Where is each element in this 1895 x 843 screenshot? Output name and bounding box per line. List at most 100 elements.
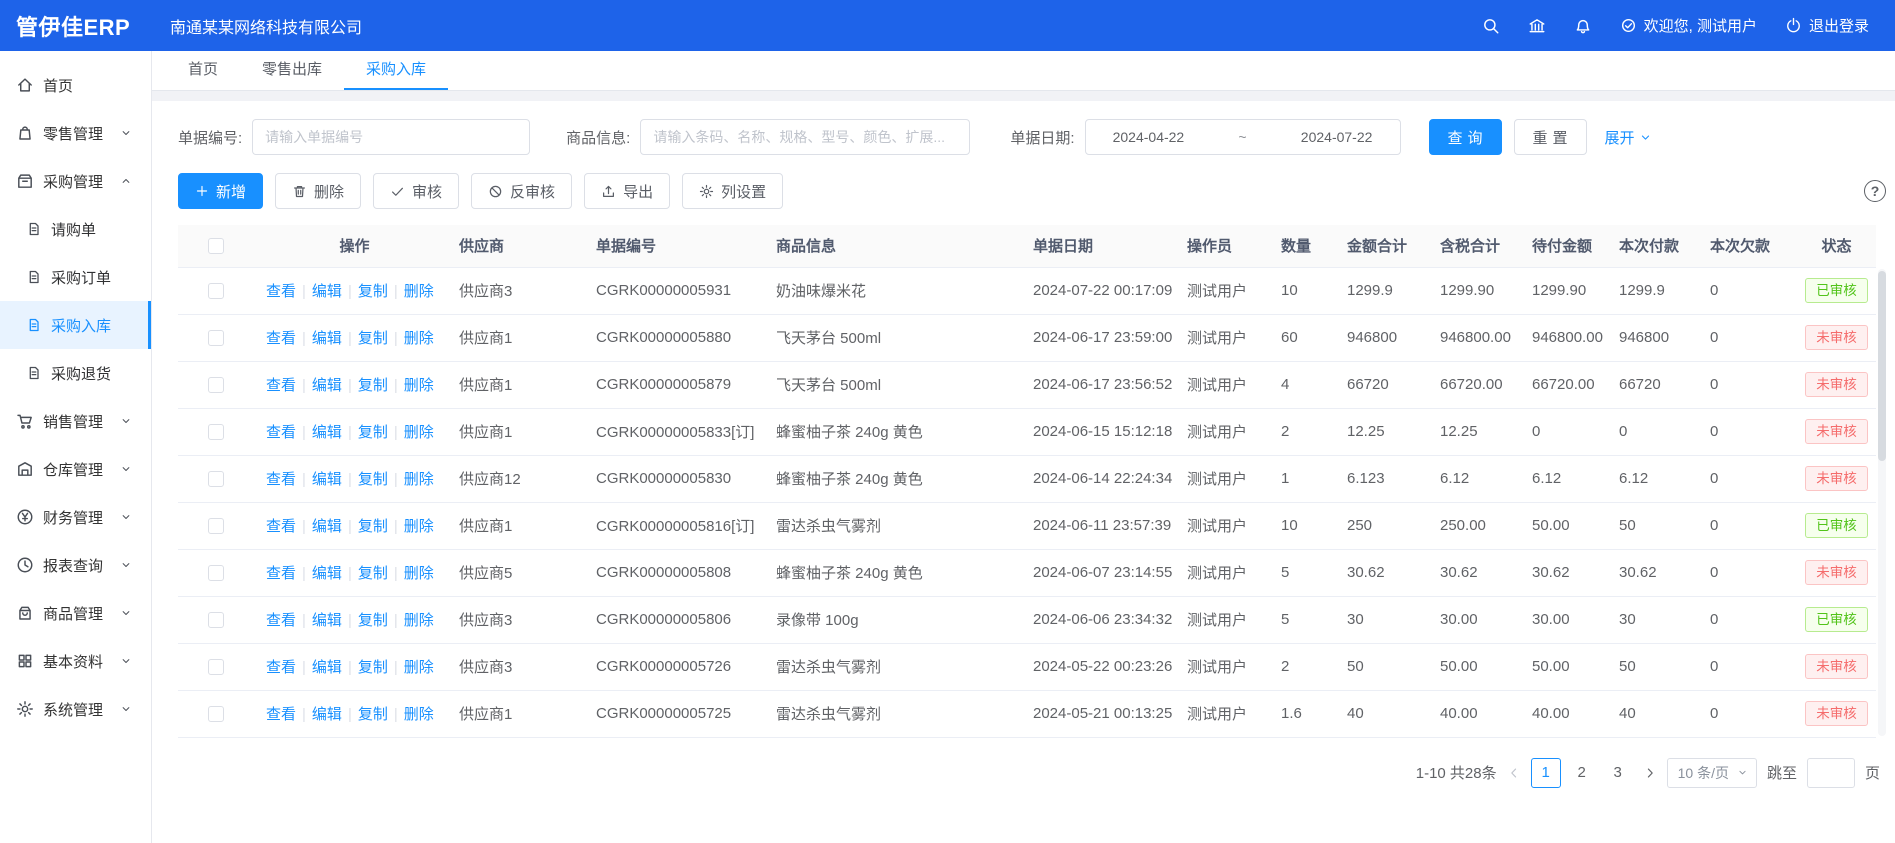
row-action-delete[interactable]: 删除 (404, 283, 434, 300)
column-header[interactable]: 本次欠款 (1698, 225, 1789, 267)
row-action-edit[interactable]: 编辑 (312, 424, 342, 441)
row-action-copy[interactable]: 复制 (358, 471, 388, 488)
row-action-edit[interactable]: 编辑 (312, 518, 342, 535)
bell-icon[interactable] (1574, 17, 1592, 35)
tab-home[interactable]: 首页 (166, 50, 240, 90)
row-checkbox[interactable] (208, 283, 224, 299)
sidebar-subitem-purchase-return[interactable]: 采购退货 (0, 349, 151, 397)
row-action-edit[interactable]: 编辑 (312, 659, 342, 676)
page-button-2[interactable]: 2 (1567, 758, 1597, 788)
sidebar-item-sales[interactable]: 销售管理 (0, 397, 151, 445)
row-action-copy[interactable]: 复制 (358, 377, 388, 394)
expand-link[interactable]: 展开 (1605, 127, 1652, 148)
row-action-delete[interactable]: 删除 (404, 330, 434, 347)
date-to[interactable]: 2024-07-22 (1301, 129, 1373, 145)
select-all-checkbox[interactable] (208, 238, 224, 254)
delete-button[interactable]: 删除 (275, 173, 361, 209)
scrollbar-thumb[interactable] (1878, 271, 1886, 461)
row-action-edit[interactable]: 编辑 (312, 706, 342, 723)
column-header[interactable]: 供应商 (447, 225, 584, 267)
column-header[interactable]: 单据日期 (1021, 225, 1175, 267)
row-checkbox[interactable] (208, 424, 224, 440)
table-row[interactable]: 查看|编辑|复制|删除供应商1CGRK00000005725雷达杀虫气雾剂202… (178, 690, 1876, 737)
row-action-copy[interactable]: 复制 (358, 659, 388, 676)
row-action-edit[interactable]: 编辑 (312, 283, 342, 300)
jump-input[interactable] (1807, 758, 1855, 788)
row-checkbox[interactable] (208, 330, 224, 346)
row-action-copy[interactable]: 复制 (358, 424, 388, 441)
row-action-delete[interactable]: 删除 (404, 377, 434, 394)
bank-icon[interactable] (1528, 17, 1546, 35)
app-logo[interactable]: 管伊佳ERP (0, 10, 152, 42)
column-header[interactable]: 单据编号 (584, 225, 764, 267)
sidebar-item-goods[interactable]: 商品管理 (0, 589, 151, 637)
audit-button[interactable]: 审核 (373, 173, 459, 209)
row-action-view[interactable]: 查看 (266, 377, 296, 394)
sidebar-item-basicdata[interactable]: 基本资料 (0, 637, 151, 685)
product-input[interactable] (640, 119, 970, 155)
sidebar-item-home[interactable]: 首页 (0, 61, 151, 109)
search-button[interactable]: 查询 (1429, 119, 1502, 155)
row-action-edit[interactable]: 编辑 (312, 471, 342, 488)
row-action-copy[interactable]: 复制 (358, 565, 388, 582)
row-action-edit[interactable]: 编辑 (312, 612, 342, 629)
table-row[interactable]: 查看|编辑|复制|删除供应商1CGRK00000005833[订]蜂蜜柚子茶 2… (178, 408, 1876, 455)
row-action-view[interactable]: 查看 (266, 283, 296, 300)
table-scrollbar[interactable] (1878, 269, 1886, 736)
row-checkbox[interactable] (208, 612, 224, 628)
column-header[interactable]: 操作员 (1175, 225, 1269, 267)
table-row[interactable]: 查看|编辑|复制|删除供应商1CGRK00000005816[订]雷达杀虫气雾剂… (178, 502, 1876, 549)
row-checkbox[interactable] (208, 471, 224, 487)
sidebar-subitem-purchase-order[interactable]: 采购订单 (0, 253, 151, 301)
row-action-delete[interactable]: 删除 (404, 424, 434, 441)
row-checkbox[interactable] (208, 377, 224, 393)
date-from[interactable]: 2024-04-22 (1113, 129, 1185, 145)
sidebar-item-system[interactable]: 系统管理 (0, 685, 151, 733)
row-action-view[interactable]: 查看 (266, 424, 296, 441)
column-header[interactable]: 数量 (1269, 225, 1335, 267)
table-row[interactable]: 查看|编辑|复制|删除供应商3CGRK00000005726雷达杀虫气雾剂202… (178, 643, 1876, 690)
reset-button[interactable]: 重置 (1514, 119, 1587, 155)
export-button[interactable]: 导出 (584, 173, 670, 209)
row-action-delete[interactable]: 删除 (404, 471, 434, 488)
sidebar-item-finance[interactable]: 财务管理 (0, 493, 151, 541)
sidebar-item-retail[interactable]: 零售管理 (0, 109, 151, 157)
next-page-button[interactable] (1643, 766, 1657, 780)
column-header[interactable]: 状态 (1789, 225, 1876, 267)
page-button-3[interactable]: 3 (1603, 758, 1633, 788)
unaudit-button[interactable]: 反审核 (471, 173, 572, 209)
row-checkbox[interactable] (208, 518, 224, 534)
row-action-delete[interactable]: 删除 (404, 565, 434, 582)
page-button-1[interactable]: 1 (1531, 758, 1561, 788)
row-action-delete[interactable]: 删除 (404, 659, 434, 676)
column-header[interactable]: 待付金额 (1520, 225, 1607, 267)
sidebar-item-report[interactable]: 报表查询 (0, 541, 151, 589)
row-action-edit[interactable]: 编辑 (312, 330, 342, 347)
sidebar-item-purchase[interactable]: 采购管理 (0, 157, 151, 205)
row-checkbox[interactable] (208, 659, 224, 675)
sidebar-subitem-purchase-inbound[interactable]: 采购入库 (0, 301, 151, 349)
doc-no-input[interactable] (252, 119, 530, 155)
row-checkbox[interactable] (208, 706, 224, 722)
row-action-view[interactable]: 查看 (266, 518, 296, 535)
column-header[interactable]: 本次付款 (1607, 225, 1698, 267)
table-row[interactable]: 查看|编辑|复制|删除供应商5CGRK00000005808蜂蜜柚子茶 240g… (178, 549, 1876, 596)
tab-retail-outbound[interactable]: 零售出库 (240, 50, 344, 90)
page-size-select[interactable]: 10 条/页 (1667, 758, 1757, 788)
date-range-picker[interactable]: 2024-04-22 ~ 2024-07-22 (1085, 119, 1401, 155)
row-checkbox[interactable] (208, 565, 224, 581)
row-action-delete[interactable]: 删除 (404, 518, 434, 535)
table-row[interactable]: 查看|编辑|复制|删除供应商3CGRK00000005806录像带 100g20… (178, 596, 1876, 643)
logout-button[interactable]: 退出登录 (1785, 15, 1869, 36)
row-action-delete[interactable]: 删除 (404, 612, 434, 629)
row-action-view[interactable]: 查看 (266, 565, 296, 582)
table-row[interactable]: 查看|编辑|复制|删除供应商3CGRK00000005931奶油味爆米花2024… (178, 267, 1876, 314)
table-row[interactable]: 查看|编辑|复制|删除供应商12CGRK00000005830蜂蜜柚子茶 240… (178, 455, 1876, 502)
table-row[interactable]: 查看|编辑|复制|删除供应商1CGRK00000005880飞天茅台 500ml… (178, 314, 1876, 361)
tab-purchase-inbound[interactable]: 采购入库 (344, 50, 448, 90)
column-header[interactable]: 金额合计 (1335, 225, 1428, 267)
help-icon[interactable]: ? (1864, 180, 1886, 202)
row-action-view[interactable]: 查看 (266, 330, 296, 347)
row-action-delete[interactable]: 删除 (404, 706, 434, 723)
row-action-view[interactable]: 查看 (266, 706, 296, 723)
